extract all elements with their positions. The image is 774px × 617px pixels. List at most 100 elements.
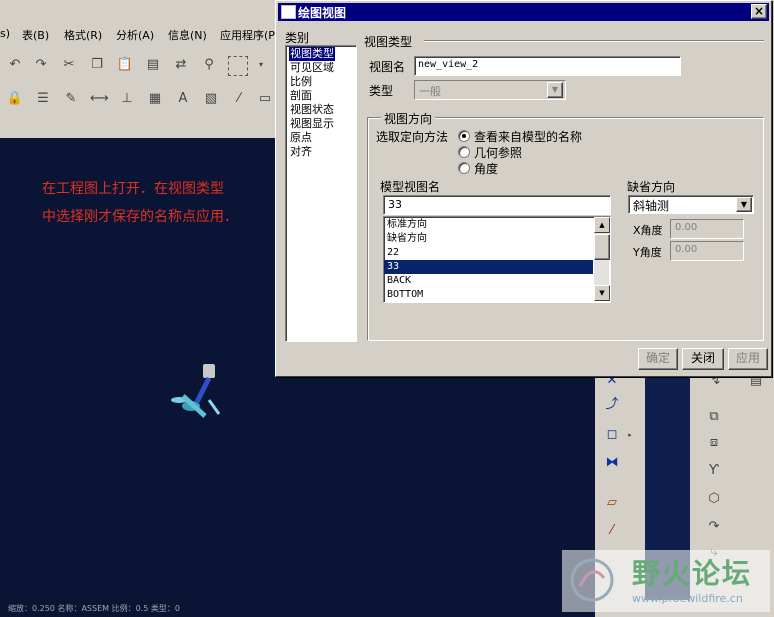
x-angle-input[interactable]: 0.00 xyxy=(670,219,744,239)
list-item[interactable]: 标准方向 xyxy=(384,218,593,232)
list-scrollbar[interactable]: ▲ ▼ xyxy=(594,217,610,301)
radio-geometry-ref[interactable] xyxy=(458,146,470,158)
category-visible-area[interactable]: 可见区域 xyxy=(289,61,335,75)
hatch-icon[interactable]: ▧ xyxy=(202,90,220,108)
x-angle-label: X角度 xyxy=(633,224,663,237)
menu-item-s[interactable]: s) xyxy=(0,27,10,40)
watermark-title: 野火论坛 xyxy=(632,557,753,590)
watermark: 野火论坛 www.proewildfire.cn xyxy=(562,550,770,612)
menu-item-info[interactable]: 信息(N) xyxy=(168,27,207,43)
model-view-name-label: 模型视图名 xyxy=(380,180,441,194)
highlight-icon[interactable]: ✎ xyxy=(62,90,80,108)
instruction-note-line-1: 在工程图上打开．在视图类型 xyxy=(42,181,224,197)
orient-option-angle: 角度 xyxy=(474,162,499,176)
regenerate-icon[interactable]: ⇄ xyxy=(172,56,190,74)
model-view-name-input[interactable]: 33 xyxy=(383,195,611,215)
list-item[interactable]: BOTTOM xyxy=(384,288,593,302)
scroll-down-icon[interactable]: ▼ xyxy=(594,285,610,301)
radio-model-name[interactable] xyxy=(458,130,470,142)
model-view-name-value: 33 xyxy=(388,198,402,211)
status-bar: 缩放：0.250 名称：ASSEM 比例：0.5 类型：0 xyxy=(0,600,595,617)
model-view-list[interactable]: 标准方向 缺省方向 22 33 BACK BOTTOM ▲ ▼ xyxy=(383,216,611,303)
tool-f-icon[interactable]: ⬡ xyxy=(705,490,723,508)
status-text: 缩放：0.250 名称：ASSEM 比例：0.5 类型：0 xyxy=(8,604,180,613)
dialog-title: 绘图视图 xyxy=(298,6,347,20)
paste-icon[interactable]: 📋 xyxy=(116,56,134,74)
text-style-icon[interactable]: A xyxy=(174,90,192,108)
type-dropdown-arrow-icon[interactable]: ▼ xyxy=(547,82,563,98)
menu-item-table[interactable]: 表(B) xyxy=(22,27,49,43)
undo-icon[interactable]: ↶ xyxy=(6,56,24,74)
line-icon[interactable]: ⁄ xyxy=(603,522,621,540)
category-alignment[interactable]: 对齐 xyxy=(289,145,313,159)
table-icon[interactable]: ☰ xyxy=(34,90,52,108)
dropdown-arrow-icon[interactable]: ▾ xyxy=(252,56,270,74)
dialog-app-icon xyxy=(281,5,296,19)
toolbar-row-2: 🔒 ☰ ✎ ⟷ ⊥ ▦ A ▧ ⁄ ▭ xyxy=(0,84,280,117)
align-icon[interactable]: ⊥ xyxy=(118,90,136,108)
type-select-value: 一般 xyxy=(419,85,441,98)
square-icon[interactable]: ◻ xyxy=(603,426,621,444)
radio-angle[interactable] xyxy=(458,162,470,174)
category-label: 类别 xyxy=(285,31,310,45)
list-item[interactable]: BACK xyxy=(384,274,593,288)
view-name-value: new_view_2 xyxy=(418,59,479,70)
tool-d-icon[interactable]: ⧈ xyxy=(705,434,723,452)
y-angle-label: Y角度 xyxy=(633,246,662,259)
orient-option-model-name: 查看来自模型的名称 xyxy=(474,130,583,144)
menu-item-format[interactable]: 格式(R) xyxy=(64,27,102,43)
type-select[interactable]: 一般 ▼ xyxy=(414,80,566,100)
close-window-button[interactable]: × xyxy=(751,4,767,19)
category-list[interactable]: 视图类型 可见区域 比例 剖面 视图状态 视图显示 原点 对齐 xyxy=(285,45,357,342)
redo-icon[interactable]: ↷ xyxy=(32,56,50,74)
x-angle-value: 0.00 xyxy=(675,222,698,233)
category-scale[interactable]: 比例 xyxy=(289,75,313,89)
list-item-selected[interactable]: 33 xyxy=(384,260,593,274)
find-icon[interactable]: ⚲ xyxy=(200,56,218,74)
apply-button[interactable]: 应用 xyxy=(728,348,768,370)
list-item[interactable]: 22 xyxy=(384,246,593,260)
category-view-display[interactable]: 视图显示 xyxy=(289,117,335,131)
category-view-type[interactable]: 视图类型 xyxy=(289,47,335,61)
drawing-view-dialog: 绘图视图 × 类别 视图类型 可见区域 比例 剖面 视图状态 视图显示 原点 对… xyxy=(275,0,772,377)
default-orient-value: 斜轴测 xyxy=(633,199,670,213)
default-orient-label: 缺省方向 xyxy=(627,180,676,194)
menu-item-applications[interactable]: 应用程序(P xyxy=(220,27,275,43)
curve-icon[interactable]: ⤴ xyxy=(603,396,621,414)
cut-icon[interactable]: ✂ xyxy=(60,56,78,74)
orient-method-label: 选取定向方法 xyxy=(376,130,449,144)
scroll-thumb[interactable] xyxy=(594,234,610,260)
category-origin[interactable]: 原点 xyxy=(289,131,313,145)
category-section[interactable]: 剖面 xyxy=(289,89,313,103)
view-name-input[interactable]: new_view_2 xyxy=(414,56,681,76)
default-orient-dropdown-icon[interactable]: ▼ xyxy=(736,197,752,212)
tool-c-icon[interactable]: ⧉ xyxy=(705,408,723,426)
select-box-icon[interactable] xyxy=(228,56,248,76)
tool-e-icon[interactable]: Ƴ xyxy=(705,462,723,480)
lock-icon[interactable]: 🔒 xyxy=(6,90,24,108)
dimension-icon[interactable]: ⟷ xyxy=(90,90,109,108)
slope-icon[interactable]: ⁄ xyxy=(230,90,248,108)
tool-g-icon[interactable]: ↷ xyxy=(705,518,723,536)
paste-special-icon[interactable]: ▤ xyxy=(144,56,162,74)
grid-icon[interactable]: ▦ xyxy=(146,90,164,108)
close-button[interactable]: 关闭 xyxy=(682,348,724,370)
orient-option-geometry-ref: 几何参照 xyxy=(474,146,523,160)
header-divider xyxy=(424,40,764,42)
category-view-state[interactable]: 视图状态 xyxy=(289,103,335,117)
parallelogram-icon[interactable]: ▱ xyxy=(603,494,621,512)
scroll-up-icon[interactable]: ▲ xyxy=(594,217,610,233)
model-view-icon[interactable] xyxy=(165,360,230,422)
toolbar-row-1: ↶ ↷ ✂ ❐ 📋 ▤ ⇄ ⚲ ▾ xyxy=(0,48,280,85)
frame-icon[interactable]: ▭ xyxy=(256,90,274,108)
y-angle-input[interactable]: 0.00 xyxy=(670,241,744,261)
mirror-icon[interactable]: ⧓ xyxy=(603,454,621,472)
dialog-titlebar[interactable]: 绘图视图 × xyxy=(278,3,769,21)
list-item[interactable]: 缺省方向 xyxy=(384,232,593,246)
ok-button[interactable]: 确定 xyxy=(638,348,678,370)
flyout-arrow-icon[interactable]: ▸ xyxy=(621,426,639,444)
menu-item-analysis[interactable]: 分析(A) xyxy=(116,27,154,43)
watermark-logo-icon xyxy=(570,558,614,602)
default-orient-select[interactable]: 斜轴测 ▼ xyxy=(628,195,754,214)
copy-icon[interactable]: ❐ xyxy=(88,56,106,74)
